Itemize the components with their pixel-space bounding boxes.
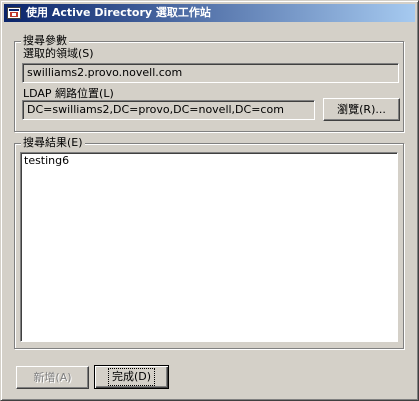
- results-list[interactable]: testing6: [20, 152, 398, 342]
- search-params-title: 搜尋參數: [21, 34, 69, 48]
- domain-label: 選取的領域(S): [23, 47, 94, 60]
- ldap-field[interactable]: DC=swilliams2,DC=provo,DC=novell,DC=com: [22, 100, 315, 120]
- ldap-label: LDAP 網路位置(L): [23, 87, 114, 100]
- search-results-title: 搜尋結果(E): [21, 136, 85, 150]
- window-title: 使用 Active Directory 選取工作站: [26, 6, 211, 19]
- list-item[interactable]: testing6: [21, 153, 397, 168]
- domain-field[interactable]: swilliams2.provo.novell.com: [22, 63, 399, 83]
- app-icon[interactable]: [7, 6, 21, 20]
- dialog-window: 使用 Active Directory 選取工作站 搜尋參數 選取的領域(S) …: [0, 0, 419, 401]
- browse-button[interactable]: 瀏覽(R)...: [323, 98, 400, 121]
- done-button-label: 完成(D): [107, 368, 156, 386]
- new-button[interactable]: 新增(A): [16, 366, 89, 389]
- title-bar[interactable]: 使用 Active Directory 選取工作站: [4, 4, 415, 22]
- done-button[interactable]: 完成(D): [94, 365, 169, 389]
